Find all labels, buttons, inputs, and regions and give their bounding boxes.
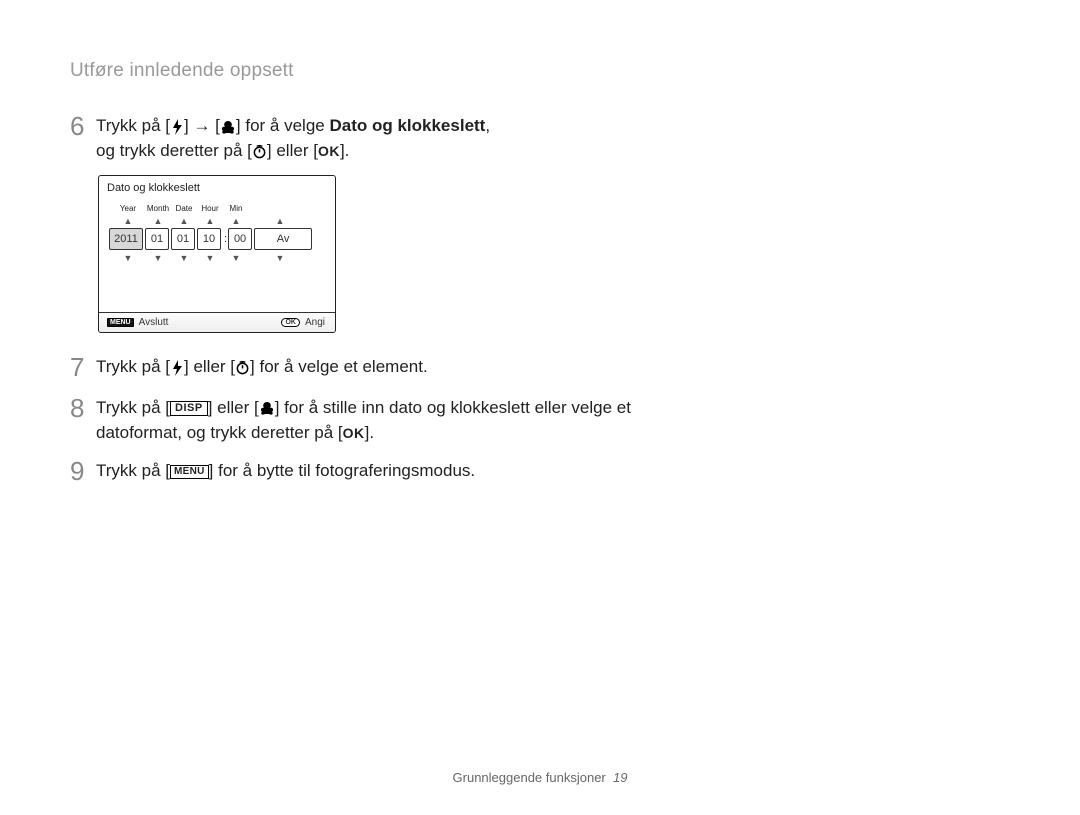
page-number: 19	[613, 770, 627, 785]
value-date: 01	[171, 228, 195, 250]
disp-key-icon: DISP	[170, 401, 208, 416]
lcd-column-labels: Year Month Date Hour Min	[107, 204, 327, 213]
value-mode: Av	[254, 228, 312, 250]
arrow-up-icon: ▲	[249, 216, 311, 226]
text: Trykk på [	[96, 461, 170, 480]
arrow-down-icon: ▼	[171, 253, 197, 263]
text: ].	[340, 141, 349, 160]
lcd-set-label: Angi	[305, 317, 325, 328]
arrow-down-icon: ▼	[223, 253, 249, 263]
text: ] → [	[184, 116, 220, 135]
arrow-down-icon: ▼	[145, 253, 171, 263]
label-month: Month	[145, 204, 171, 213]
arrow-up-icon: ▲	[223, 216, 249, 226]
text: ].	[365, 423, 374, 442]
flash-icon	[170, 360, 184, 376]
step-7: 7 Trykk på [ ] eller [ ] for å velge et el…	[70, 353, 1010, 382]
step-body: Trykk på [DISP] eller [] for å stille in…	[96, 394, 636, 445]
step-8: 8 Trykk på [DISP] eller [] for å stille …	[70, 394, 1010, 445]
value-min: 00	[228, 228, 252, 250]
step-number: 6	[70, 112, 96, 141]
step-number: 8	[70, 394, 96, 423]
lcd-footer: MENU Avslutt OK Angi	[99, 312, 335, 332]
lcd-value-row: 2011 01 01 10 : 00 Av	[107, 228, 327, 250]
text: og trykk deretter på [	[96, 141, 252, 160]
ok-key-icon: OK	[281, 318, 300, 327]
arrow-down-icon: ▼	[111, 253, 145, 263]
text: ] eller [	[184, 357, 235, 376]
text: ] for å velge et element.	[250, 357, 428, 376]
ok-label: OK	[343, 426, 365, 440]
lcd-exit-label: Avslutt	[139, 317, 169, 328]
arrow-up-icon: ▲	[171, 216, 197, 226]
manual-page: Utføre innledende oppsett 6 Trykk på [ ] …	[0, 0, 1080, 815]
arrow-up-icon: ▲	[111, 216, 145, 226]
arrow-down-icon: ▼	[197, 253, 223, 263]
lcd-up-arrows: ▲ ▲ ▲ ▲ ▲ ▲	[107, 216, 327, 226]
step-number: 7	[70, 353, 96, 382]
steps-list: 6 Trykk på [ ] → [ ] for å velge Dato og k…	[70, 112, 1010, 486]
arrow-down-icon: ▼	[249, 253, 311, 263]
value-hour: 10	[197, 228, 221, 250]
lcd-title: Dato og klokkeslett	[107, 182, 327, 194]
text: ] eller [	[208, 398, 259, 417]
label-date: Date	[171, 204, 197, 213]
page-footer: Grunnleggende funksjoner 19	[0, 770, 1080, 785]
bold-text: Dato og klokkeslett	[329, 116, 485, 135]
text: Trykk på [	[96, 398, 170, 417]
label-hour: Hour	[197, 204, 223, 213]
value-month: 01	[145, 228, 169, 250]
arrow-up-icon: ▲	[197, 216, 223, 226]
step-body: Trykk på [ ] eller [ ] for å velge et elem…	[96, 353, 428, 380]
text: ] for å bytte til fotograferingsmodus.	[209, 461, 475, 480]
step-number: 9	[70, 457, 96, 486]
arrow-up-icon: ▲	[145, 216, 171, 226]
macro-icon	[220, 119, 236, 135]
text: Trykk på [	[96, 357, 170, 376]
footer-text: Grunnleggende funksjoner	[453, 770, 606, 785]
flash-icon	[170, 119, 184, 135]
timer-icon	[252, 144, 267, 159]
step-6: 6 Trykk på [ ] → [ ] for å velge Dato og k…	[70, 112, 1010, 163]
menu-key-icon: MENU	[107, 318, 134, 327]
section-title: Utføre innledende oppsett	[70, 60, 1010, 82]
value-year: 2011	[109, 228, 143, 250]
text: ] for å velge	[236, 116, 330, 135]
step-9: 9 Trykk på [MENU] for å bytte til fotogr…	[70, 457, 1010, 486]
ok-label: OK	[318, 144, 340, 158]
text: Trykk på [	[96, 116, 170, 135]
macro-icon	[259, 400, 275, 416]
step-body: Trykk på [ ] → [ ] for å velge Dato og klo…	[96, 112, 490, 163]
lcd-screenshot: Dato og klokkeslett Year Month Date Hour…	[98, 175, 336, 333]
timer-icon	[235, 360, 250, 375]
label-year: Year	[111, 204, 145, 213]
text: ,	[485, 116, 490, 135]
label-min: Min	[223, 204, 249, 213]
step-body: Trykk på [MENU] for å bytte til fotograf…	[96, 457, 475, 484]
text: ] eller [	[267, 141, 318, 160]
menu-key-icon: MENU	[170, 465, 209, 479]
lcd-down-arrows: ▼ ▼ ▼ ▼ ▼ ▼	[107, 253, 327, 263]
